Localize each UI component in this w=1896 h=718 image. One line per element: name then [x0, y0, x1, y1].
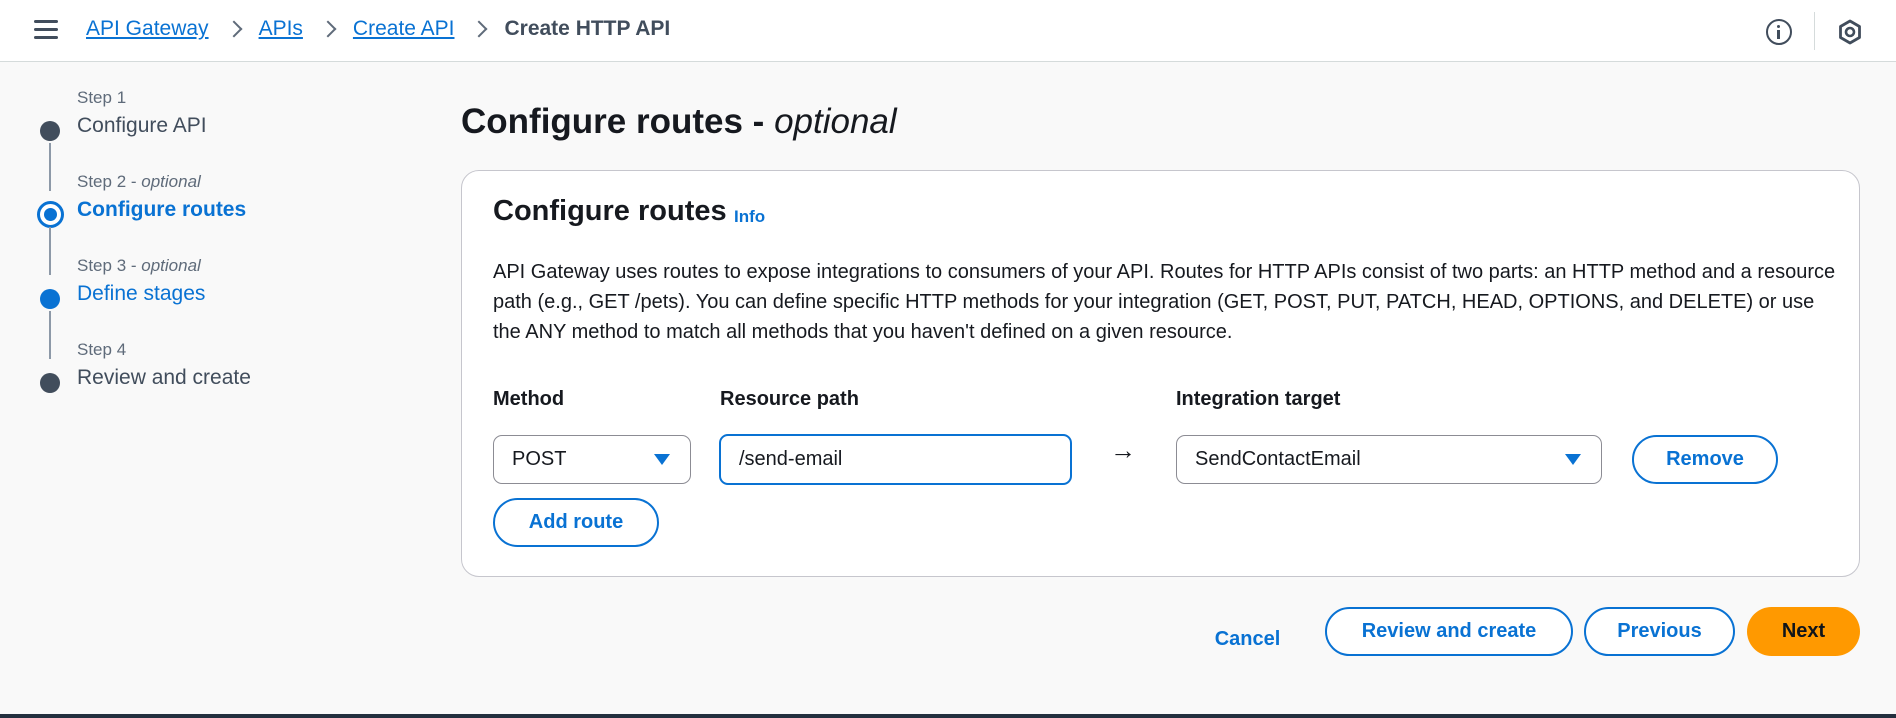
bottom-bar: [0, 714, 1896, 718]
chevron-right-icon: [472, 18, 486, 40]
method-label: Method: [493, 388, 565, 410]
arrow-right-icon: →: [1110, 435, 1136, 465]
hamburger-menu-icon[interactable]: [34, 20, 58, 42]
hexagon-settings-icon[interactable]: [1836, 18, 1864, 46]
caret-down-icon: [654, 454, 670, 465]
resource-path-label: Resource path: [720, 388, 859, 410]
breadcrumb-current-page: Create HTTP API: [504, 17, 671, 40]
step-current-dot-icon: [37, 201, 64, 228]
cancel-button[interactable]: Cancel: [1195, 616, 1300, 662]
integration-target-label: Integration target: [1176, 388, 1341, 410]
review-and-create-button[interactable]: Review and create: [1325, 607, 1573, 656]
top-navigation-bar: API Gateway APIs Create API Create HTTP …: [0, 0, 1896, 62]
integration-target-select-value: SendContactEmail: [1195, 448, 1361, 470]
breadcrumb-create-api[interactable]: Create API: [353, 17, 455, 41]
breadcrumb-apis[interactable]: APIs: [259, 17, 303, 41]
caret-down-icon: [1565, 454, 1581, 465]
step-label-define-stages[interactable]: Define stages: [77, 282, 205, 306]
chevron-right-icon: [227, 18, 241, 40]
info-circle-icon[interactable]: [1766, 19, 1792, 45]
wizard-steps: Step 1 Configure API Step 2 - optional C…: [37, 88, 368, 424]
step-number: Step 4: [77, 340, 127, 359]
step-number: Step 3 - optional: [77, 256, 201, 275]
resource-path-input[interactable]: /send-email: [719, 434, 1072, 485]
previous-button[interactable]: Previous: [1584, 607, 1735, 656]
wizard-step-4: Step 4 Review and create: [38, 340, 368, 424]
method-select-value: POST: [512, 448, 567, 470]
step-label-review-and-create: Review and create: [77, 366, 251, 389]
panel-title: Configure routes: [493, 195, 727, 227]
toolbar-divider: [1814, 12, 1815, 50]
next-button[interactable]: Next: [1747, 607, 1860, 656]
wizard-step-3: Step 3 - optional Define stages: [38, 256, 368, 359]
step-available-dot-icon: [40, 289, 60, 309]
method-select[interactable]: POST: [493, 435, 691, 484]
step-number: Step 2 - optional: [77, 172, 201, 191]
step-label-configure-api: Configure API: [77, 114, 207, 137]
configure-routes-panel: Configure routes Info API Gateway uses r…: [461, 170, 1860, 577]
panel-description: API Gateway uses routes to expose integr…: [493, 261, 1836, 343]
info-link[interactable]: Info: [734, 207, 765, 227]
wizard-step-2: Step 2 - optional Configure routes: [37, 172, 368, 275]
step-label-configure-routes[interactable]: Configure routes: [77, 198, 246, 222]
integration-target-select[interactable]: SendContactEmail: [1176, 435, 1602, 484]
step-number: Step 1: [77, 88, 127, 107]
chevron-right-icon: [321, 18, 335, 40]
step-pending-dot-icon: [40, 373, 60, 393]
breadcrumb: API Gateway APIs Create API Create HTTP …: [86, 17, 670, 41]
add-route-button[interactable]: Add route: [493, 498, 659, 547]
page-title: Configure routes - optional: [461, 102, 897, 141]
breadcrumb-api-gateway[interactable]: API Gateway: [86, 17, 209, 41]
wizard-step-1: Step 1 Configure API: [38, 88, 368, 191]
step-completed-dot-icon: [40, 121, 60, 141]
remove-route-button[interactable]: Remove: [1632, 435, 1778, 484]
